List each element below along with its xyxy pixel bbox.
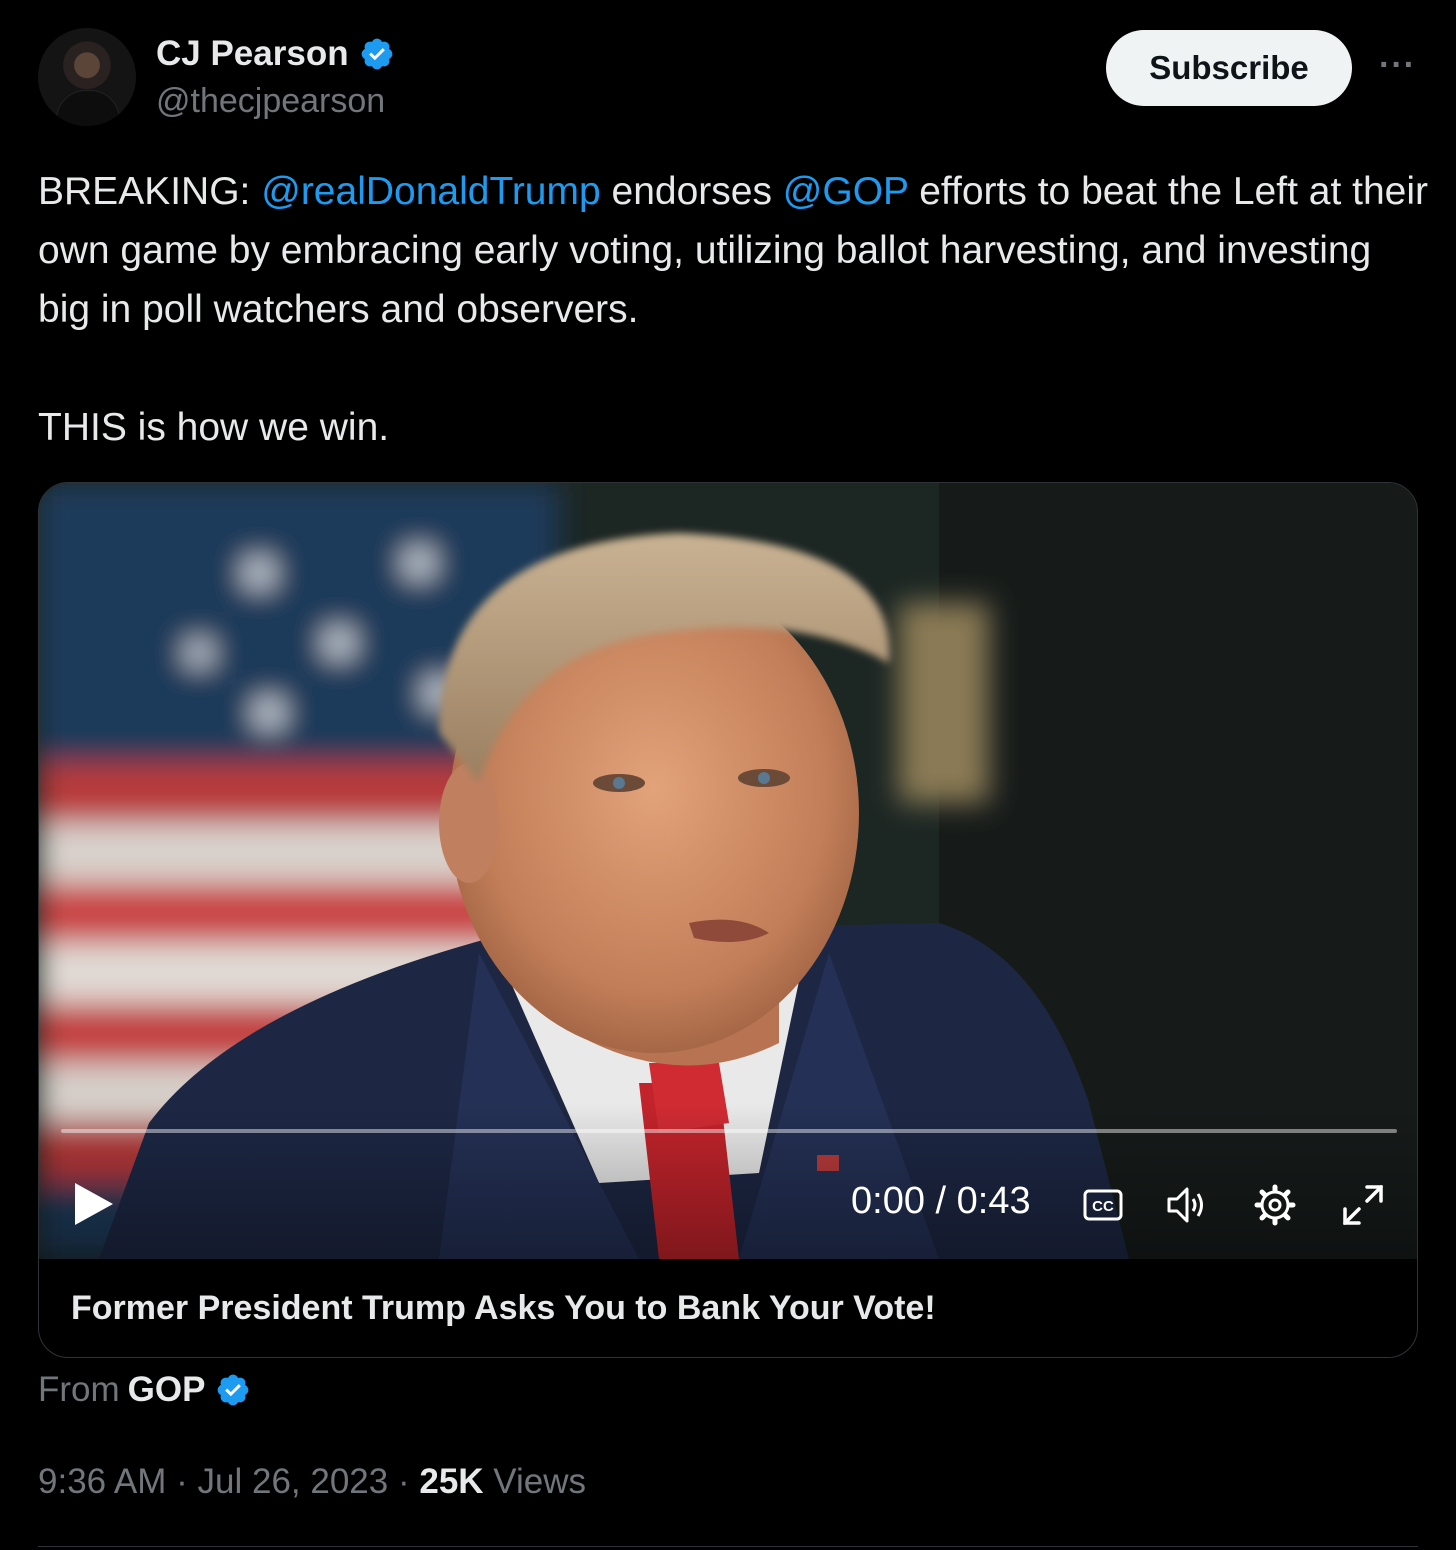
- views-label: Views: [483, 1462, 587, 1501]
- avatar[interactable]: [38, 28, 136, 126]
- mention-link[interactable]: @realDonaldTrump: [261, 170, 600, 213]
- more-options-icon[interactable]: ···: [1379, 46, 1416, 85]
- play-icon[interactable]: [73, 1181, 115, 1227]
- tweet-prefix: BREAKING:: [38, 170, 262, 213]
- from-label: From: [38, 1370, 120, 1409]
- separator: ·: [388, 1462, 420, 1501]
- svg-text:CC: CC: [1092, 1198, 1114, 1215]
- mention-link[interactable]: @GOP: [783, 170, 909, 213]
- video-source: From GOP: [38, 1370, 251, 1410]
- tweet-middle: endorses: [600, 170, 783, 213]
- tweet-date[interactable]: Jul 26, 2023: [198, 1462, 389, 1501]
- separator: ·: [166, 1462, 198, 1501]
- volume-icon[interactable]: [1165, 1183, 1209, 1227]
- tweet-text: BREAKING: @realDonaldTrump endorses @GOP…: [38, 162, 1428, 457]
- video-title[interactable]: Former President Trump Asks You to Bank …: [71, 1289, 936, 1328]
- tweet-closing: THIS is how we win.: [38, 406, 390, 449]
- divider: [38, 1546, 1418, 1547]
- settings-gear-icon[interactable]: [1253, 1183, 1297, 1227]
- author-display-name[interactable]: CJ Pearson: [156, 34, 349, 74]
- tweet-header: CJ Pearson @thecjpearson Subscribe ···: [38, 26, 1416, 136]
- verified-badge-icon: [218, 1374, 249, 1406]
- video-card[interactable]: 0:00 / 0:43 CC Former President Trump As…: [38, 482, 1418, 1358]
- video-player[interactable]: 0:00 / 0:43 CC: [39, 483, 1417, 1259]
- fullscreen-icon[interactable]: [1341, 1183, 1385, 1227]
- video-progress-bar[interactable]: [61, 1129, 1397, 1133]
- tweet-time[interactable]: 9:36 AM: [38, 1462, 166, 1501]
- controls-overlay: [39, 1103, 1417, 1259]
- source-name[interactable]: GOP: [128, 1370, 206, 1410]
- closed-captions-icon[interactable]: CC: [1081, 1183, 1125, 1227]
- tweet-body: BREAKING: @realDonaldTrump endorses @GOP…: [38, 162, 1428, 339]
- subscribe-button[interactable]: Subscribe: [1106, 30, 1352, 106]
- tweet-meta: 9:36 AM · Jul 26, 2023 · 25K Views: [38, 1462, 586, 1502]
- author-name-row: CJ Pearson: [156, 34, 395, 74]
- verified-badge-icon: [361, 38, 392, 70]
- video-time: 0:00 / 0:43: [851, 1180, 1031, 1222]
- views-count: 25K: [419, 1462, 484, 1501]
- author-handle[interactable]: @thecjpearson: [156, 82, 385, 121]
